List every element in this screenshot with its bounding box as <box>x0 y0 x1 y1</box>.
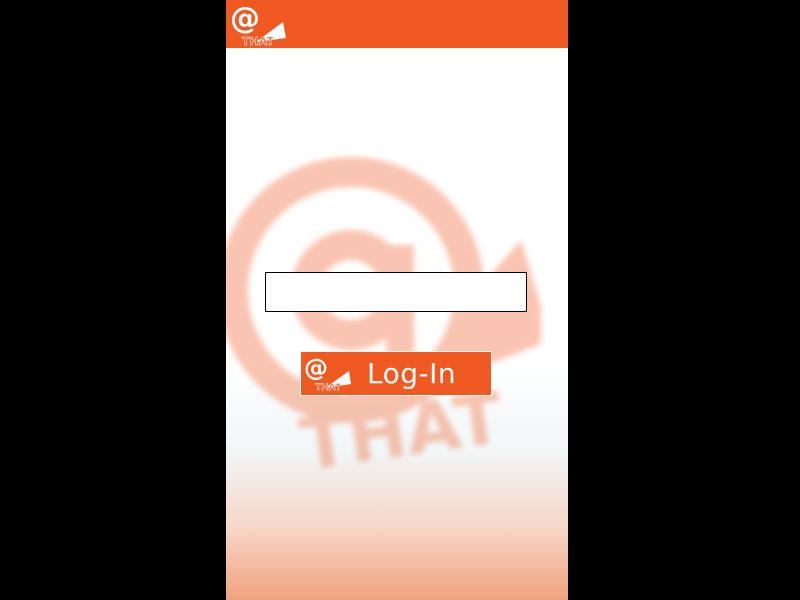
login-button-label: Log-In <box>367 357 457 390</box>
at-that-logo-icon: @ THAT <box>230 2 286 48</box>
svg-text:THAT: THAT <box>242 35 274 48</box>
svg-text:@: @ <box>230 2 260 36</box>
svg-text:@: @ <box>304 354 328 382</box>
app-screen: THAT @ THAT @ THAT Log-In <box>226 0 568 600</box>
svg-text:THAT: THAT <box>315 383 342 393</box>
header-bar: @ THAT <box>226 0 568 48</box>
at-that-logo-icon: @ THAT <box>304 354 351 393</box>
login-button[interactable]: @ THAT Log-In <box>300 351 492 396</box>
username-input[interactable] <box>265 272 527 312</box>
